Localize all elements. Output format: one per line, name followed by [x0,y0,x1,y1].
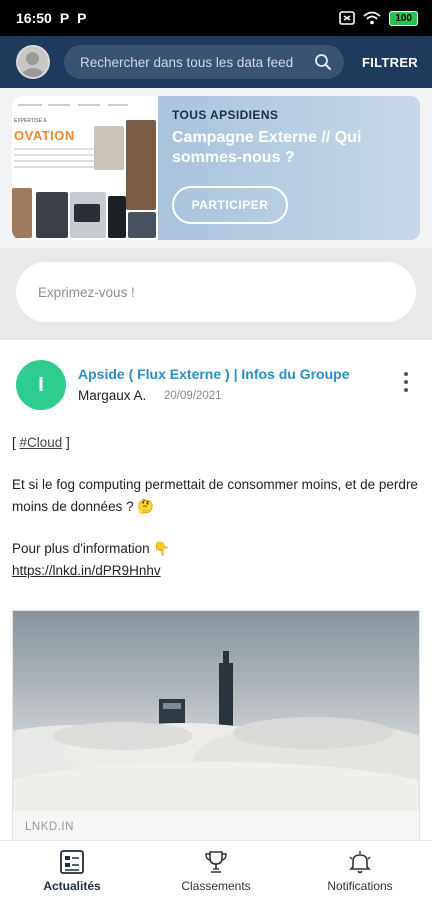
more-options-icon[interactable] [398,372,414,392]
tag-bracket-open: [ [12,435,20,450]
hashtag-link[interactable]: #Cloud [20,435,63,450]
compose-section [0,248,432,340]
nav-item-actualites[interactable]: Actualités [0,841,144,900]
campaign-banner[interactable]: EXPERTISE & OVATION TOUS APSIDIENS Campa… [12,96,420,240]
post-author[interactable]: Margaux A. [78,388,146,403]
notification-p-icon: P [77,10,87,26]
nav-label: Actualités [43,879,101,893]
app-header: FILTRER [0,36,432,88]
post-more-info: Pour plus d'information 👇 [12,541,171,556]
tag-bracket-close: ] [62,435,70,450]
compose-box[interactable] [16,262,416,322]
link-preview-card[interactable]: LNKD.IN [12,610,420,840]
link-preview-image [13,611,419,811]
compose-input[interactable] [38,284,394,300]
post-source-link[interactable]: Apside ( Flux Externe ) | Infos du Group… [78,366,350,382]
sim-icon [339,11,356,25]
status-bar: 16:50 P P 100 [0,0,432,36]
post-date: 20/09/2021 [164,390,222,402]
link-preview-domain: LNKD.IN [13,811,419,840]
campaign-thumbnail: EXPERTISE & OVATION [12,96,158,240]
news-icon [60,850,84,874]
post-avatar[interactable]: I [16,360,66,410]
trophy-icon [205,851,227,873]
campaign-title: Campagne Externe // Qui sommes-nous ? [172,129,362,166]
nav-label: Classements [181,879,251,893]
post-body: [ #Cloud ] Et si le fog computing permet… [12,432,420,582]
status-time: 16:50 [16,10,52,26]
post-paragraph: Et si le fog computing permettait de con… [12,477,418,514]
user-avatar[interactable] [16,45,50,79]
campaign-thumb-title: OVATION [14,128,75,143]
post-url-link[interactable]: https://lnkd.in/dPR9Hnhv [12,563,161,578]
nav-label: Notifications [327,879,393,893]
filter-button[interactable]: FILTRER [362,55,418,70]
feed-post: I Apside ( Flux Externe ) | Infos du Gro… [0,340,432,840]
search-bar[interactable] [64,45,344,79]
campaign-section: EXPERTISE & OVATION TOUS APSIDIENS Campa… [0,88,432,248]
participate-button[interactable]: PARTICIPER [172,186,288,224]
post-header: I Apside ( Flux Externe ) | Infos du Gro… [16,360,416,416]
nav-item-classements[interactable]: Classements [144,841,288,900]
notification-p-icon: P [59,10,70,26]
search-icon[interactable] [314,53,332,71]
bell-icon [349,851,371,874]
battery-icon: 100 [389,10,418,26]
wifi-icon [363,11,381,25]
bottom-navigation: Actualités Classements Notifications [0,840,432,900]
search-input[interactable] [80,54,314,70]
nav-item-notifications[interactable]: Notifications [288,841,432,900]
campaign-audience-label: TOUS APSIDIENS [172,108,279,122]
post-tag-line: [ #Cloud ] [12,432,420,454]
